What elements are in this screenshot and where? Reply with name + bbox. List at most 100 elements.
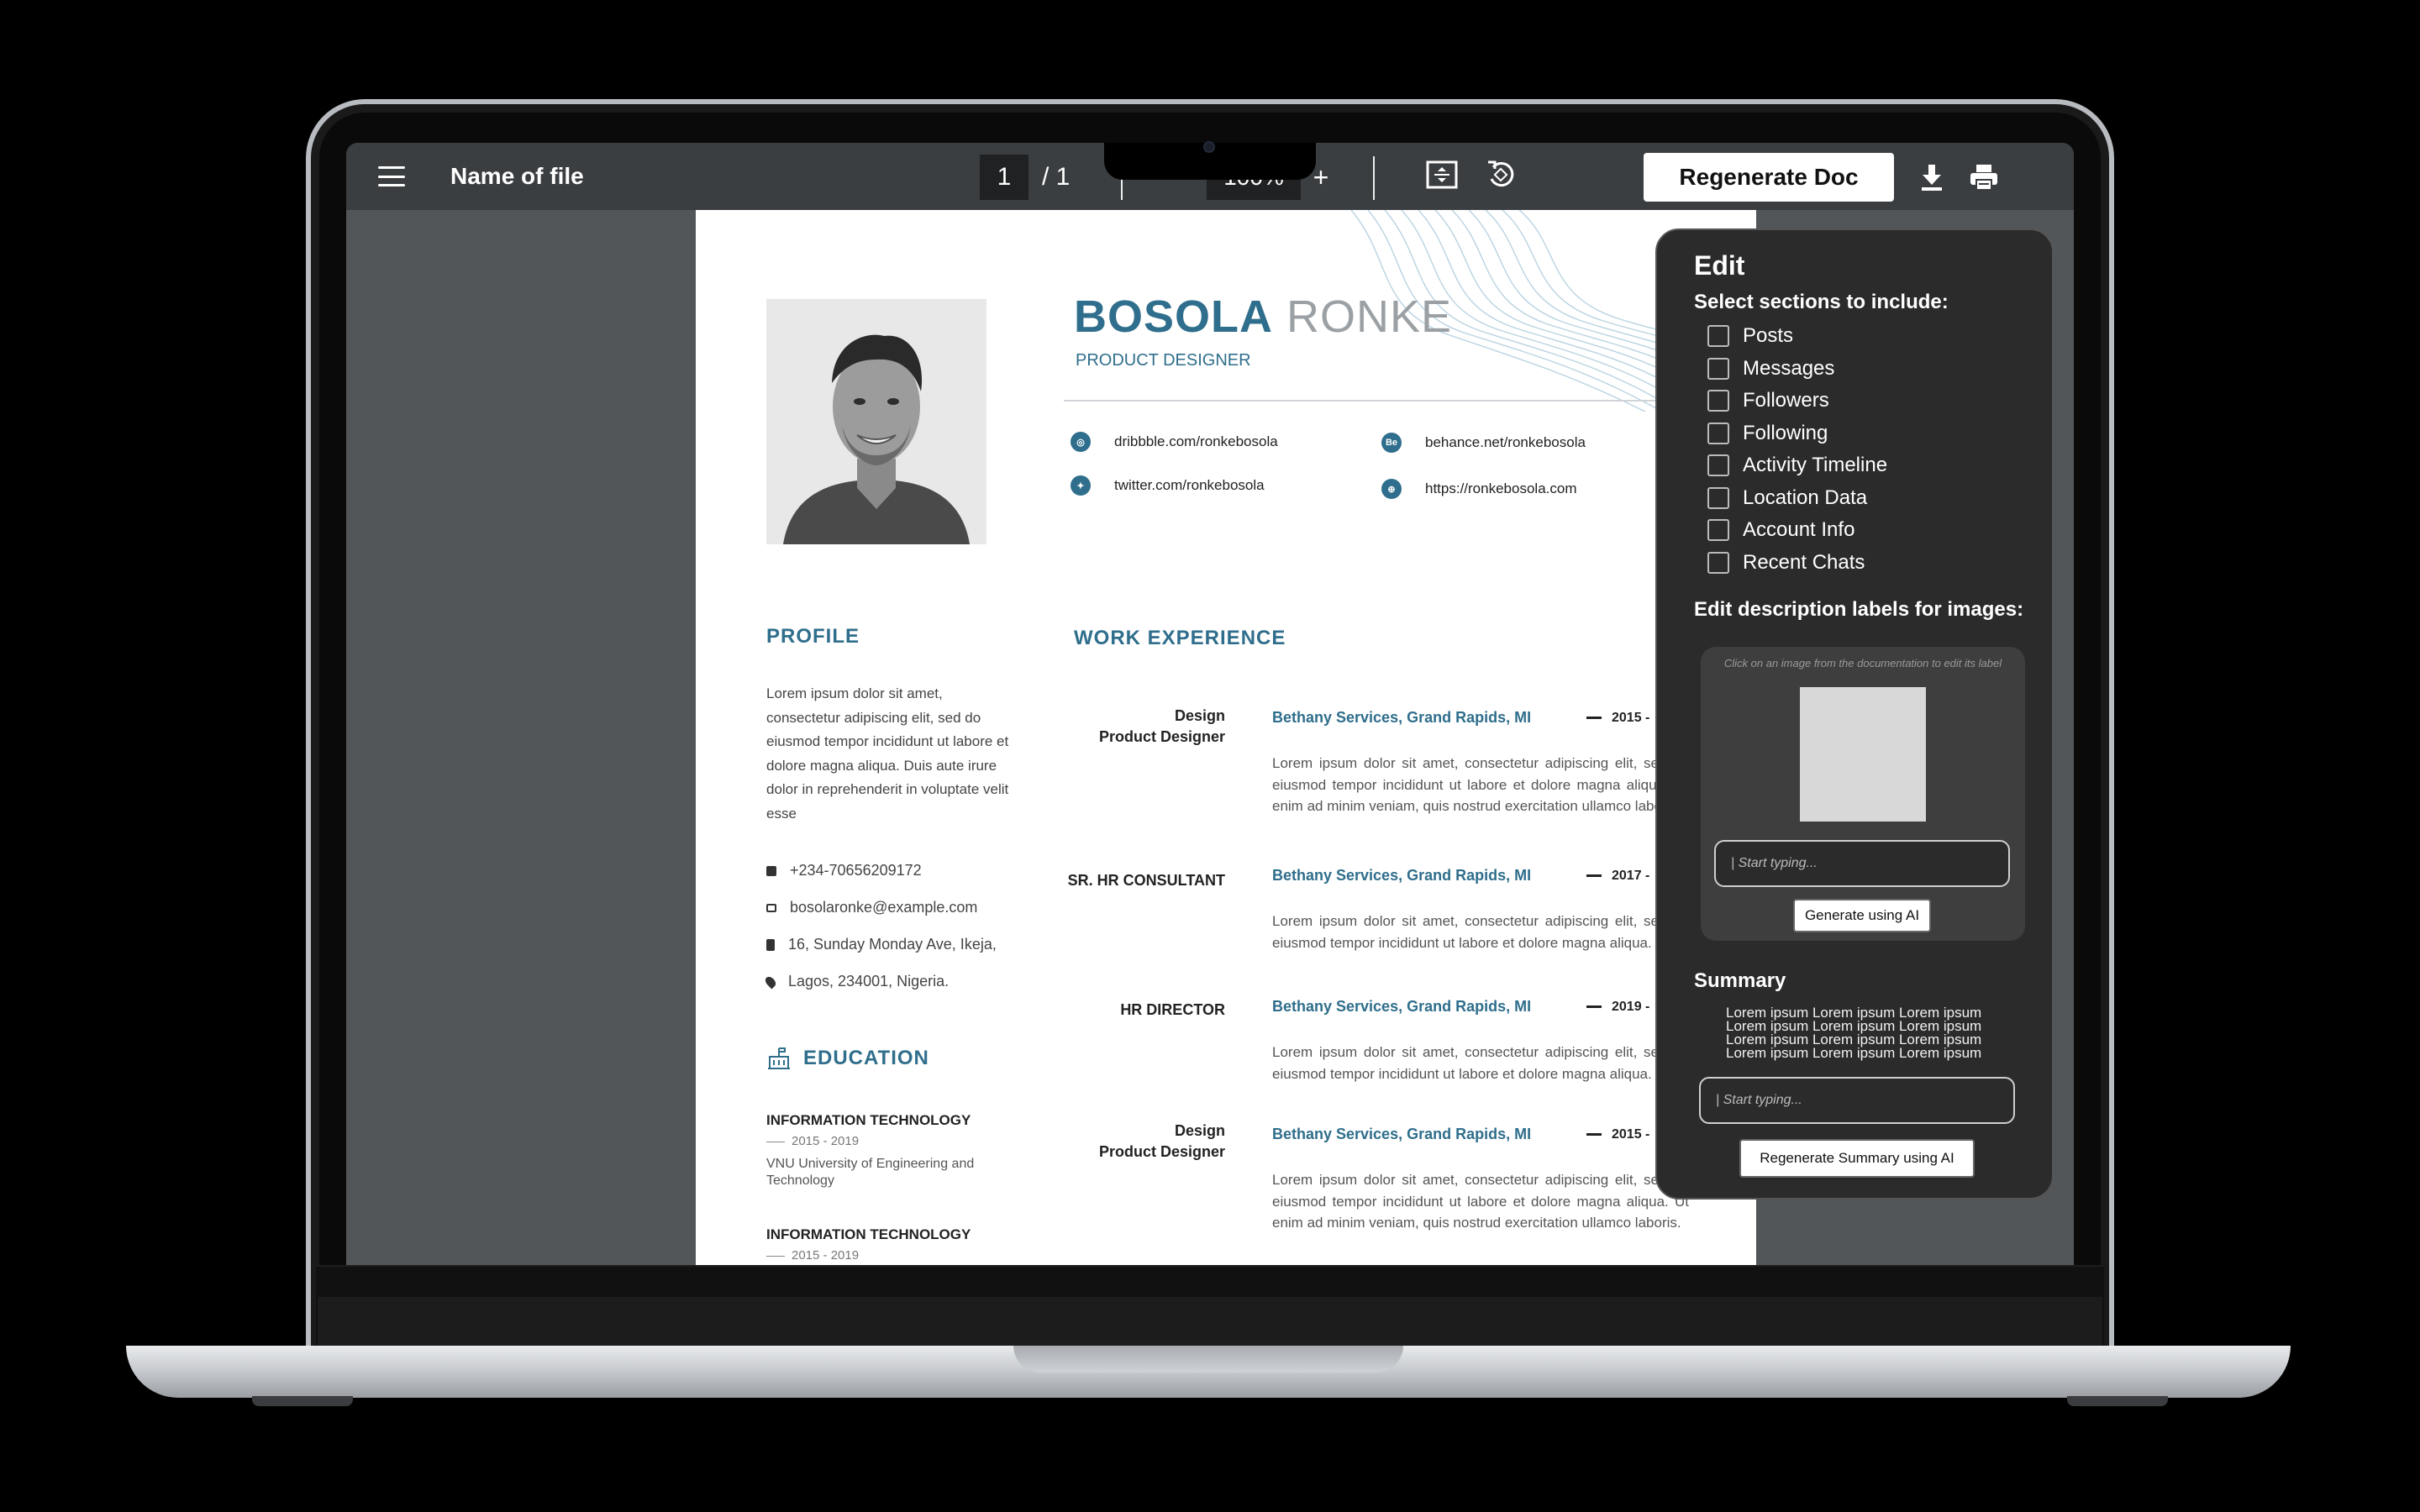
section-checkbox-recent-chats[interactable]: Recent Chats <box>1707 551 1865 575</box>
section-checkbox-messages[interactable]: Messages <box>1707 357 1834 381</box>
job-role: HR DIRECTOR <box>1120 1001 1225 1018</box>
contact-text: +234-70656209172 <box>790 862 922 879</box>
job-description: Lorem ipsum dolor sit amet, consectetur … <box>1272 1044 1689 1082</box>
job-role: Design Product Designer <box>1098 1122 1225 1160</box>
job-description: Lorem ipsum dolor sit amet, consectetur … <box>1272 1172 1689 1231</box>
job-year: 2015 - <box>1586 711 1649 726</box>
rotate-icon[interactable] <box>1481 155 1521 195</box>
candidate-name: BOSOLA RONKE <box>1074 291 1452 343</box>
link-text: behance.net/ronkebosola <box>1425 434 1586 450</box>
checkbox[interactable] <box>1707 487 1729 509</box>
image-label-input[interactable] <box>1714 840 2010 887</box>
first-name: BOSOLA <box>1074 291 1274 342</box>
job-company: Bethany Services, Grand Rapids, MI <box>1272 867 1532 884</box>
job-role: Design Product Designer <box>1098 707 1225 745</box>
education-years: 2015 - 2019 <box>766 1248 859 1263</box>
job-description: Lorem ipsum dolor sit amet, consectetur … <box>1272 755 1689 814</box>
last-name: RONKE <box>1286 291 1453 342</box>
contact-city: Lagos, 234001, Nigeria. <box>763 973 950 990</box>
link-twitter[interactable]: ✦ twitter.com/ronkebosola <box>1071 475 1265 496</box>
section-checkbox-account-info[interactable]: Account Info <box>1707 518 1854 542</box>
checkbox-label: Followers <box>1743 389 1829 412</box>
education-title: INFORMATION TECHNOLOGY <box>766 1226 971 1242</box>
checkbox-label: Messages <box>1743 357 1835 380</box>
generate-ai-button[interactable]: Generate using AI <box>1793 899 1931 932</box>
checkbox[interactable] <box>1707 423 1729 444</box>
summary-input[interactable] <box>1699 1077 2015 1124</box>
phone-icon <box>766 865 776 876</box>
education-years: 2015 - 2019 <box>766 1134 859 1148</box>
section-checkbox-location-data[interactable]: Location Data <box>1707 486 1867 510</box>
section-checkbox-followers[interactable]: Followers <box>1707 389 1829 412</box>
link-text: https://ronkebosola.com <box>1425 480 1577 496</box>
hamburger-menu-icon[interactable] <box>375 161 408 192</box>
checkbox-label: Following <box>1743 422 1828 444</box>
checkbox[interactable] <box>1707 358 1729 380</box>
contact-text: Lagos, 234001, Nigeria. <box>788 973 950 990</box>
twitter-icon: ✦ <box>1071 475 1091 496</box>
image-placeholder[interactable] <box>1800 687 1926 822</box>
regenerate-doc-button[interactable]: Regenerate Doc <box>1644 153 1894 202</box>
image-hint: Click on an image from the documentation… <box>1723 657 2002 669</box>
summary-text: Lorem ipsum Lorem ipsum Lorem ipsum Lore… <box>1726 1005 1982 1061</box>
profile-heading: PROFILE <box>766 625 860 648</box>
edit-panel-title: Edit <box>1694 250 1745 281</box>
checkbox[interactable] <box>1707 454 1729 476</box>
education-icon <box>768 1047 790 1069</box>
work-experience-heading: WORK EXPERIENCE <box>1074 627 1286 649</box>
file-name: Name of file <box>450 163 584 189</box>
job-year: 2015 - <box>1586 1127 1649 1142</box>
laptop-foot <box>2067 1396 2168 1406</box>
link-behance[interactable]: Be behance.net/ronkebosola <box>1381 433 1586 453</box>
print-icon[interactable] <box>1963 158 2005 197</box>
job-role: SR. HR CONSULTANT <box>1067 872 1225 889</box>
edit-panel: Edit Select sections to include: Posts M… <box>1655 228 2054 1200</box>
contact-email: bosolaronke@example.com <box>766 899 977 916</box>
globe-icon: ⊕ <box>1381 479 1402 499</box>
link-text: dribbble.com/ronkebosola <box>1114 433 1278 449</box>
job-description: Lorem ipsum dolor sit amet, consectetur … <box>1272 913 1689 951</box>
checkbox-label: Activity Timeline <box>1743 454 1888 476</box>
header-divider <box>1064 400 1756 402</box>
toolbar-divider <box>1373 156 1375 200</box>
checkbox[interactable] <box>1707 519 1729 541</box>
image-labels-title: Edit description labels for images: <box>1694 598 2024 621</box>
contact-address: 16, Sunday Monday Ave, Ikeja, <box>766 936 997 953</box>
education-school: VNU University of Engineering and Techno… <box>766 1157 975 1188</box>
location-pin-icon <box>763 974 778 989</box>
section-checkbox-following[interactable]: Following <box>1707 422 1828 445</box>
link-dribbble[interactable]: ◎ dribbble.com/ronkebosola <box>1071 432 1278 452</box>
checkbox[interactable] <box>1707 390 1729 412</box>
education-title: INFORMATION TECHNOLOGY <box>766 1112 971 1128</box>
contact-phone: +234-70656209172 <box>766 862 922 879</box>
summary-title: Summary <box>1694 969 1786 992</box>
regenerate-summary-button[interactable]: Regenerate Summary using AI <box>1739 1139 1975 1178</box>
laptop-bezel-strip <box>318 1297 2102 1346</box>
laptop-lip-notch <box>1013 1346 1403 1373</box>
profile-text: Lorem ipsum dolor sit amet, consectetur … <box>766 685 1009 822</box>
profile-photo[interactable] <box>766 299 986 544</box>
sections-label: Select sections to include: <box>1694 291 1949 313</box>
download-icon[interactable] <box>1912 158 1951 197</box>
page-total: / 1 <box>1042 163 1071 191</box>
section-checkbox-activity-timeline[interactable]: Activity Timeline <box>1707 454 1887 477</box>
fit-page-icon[interactable] <box>1422 155 1462 195</box>
checkbox[interactable] <box>1707 552 1729 574</box>
checkbox-label: Location Data <box>1743 486 1868 509</box>
camera <box>1203 141 1215 153</box>
education-heading: EDUCATION <box>803 1047 929 1069</box>
checkbox-label: Recent Chats <box>1743 551 1865 574</box>
contact-text: 16, Sunday Monday Ave, Ikeja, <box>788 936 997 953</box>
contact-text: bosolaronke@example.com <box>790 899 978 916</box>
page-number-input[interactable]: 1 <box>980 155 1028 200</box>
behance-icon: Be <box>1381 433 1402 453</box>
resume-page: BOSOLA RONKE PRODUCT DESIGNER ◎ dribbble… <box>696 210 1756 1265</box>
job-year: 2017 - <box>1586 869 1649 884</box>
link-text: twitter.com/ronkebosola <box>1114 477 1265 493</box>
link-website[interactable]: ⊕ https://ronkebosola.com <box>1381 479 1576 499</box>
job-year: 2019 - <box>1586 1000 1649 1015</box>
job-company: Bethany Services, Grand Rapids, MI <box>1272 709 1532 726</box>
section-checkbox-posts[interactable]: Posts <box>1707 324 1793 348</box>
checkbox[interactable] <box>1707 325 1729 347</box>
mail-icon <box>766 903 776 912</box>
